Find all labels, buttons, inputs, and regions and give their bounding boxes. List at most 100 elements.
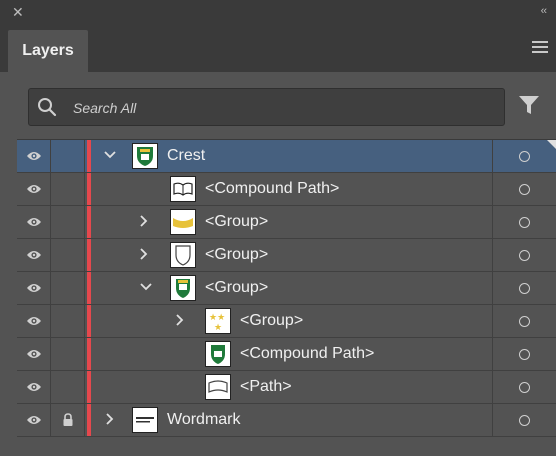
- layer-color-bar: [87, 206, 91, 238]
- lock-icon: [63, 413, 72, 426]
- visibility-toggle[interactable]: [17, 239, 51, 271]
- target-icon: [519, 315, 530, 327]
- eye-icon: [26, 284, 41, 292]
- close-icon[interactable]: ✕: [12, 4, 24, 21]
- eye-icon: [26, 218, 41, 226]
- target-cell[interactable]: [492, 272, 556, 304]
- lock-toggle[interactable]: [51, 338, 85, 370]
- chevron-right-icon[interactable]: [137, 247, 151, 261]
- visibility-toggle[interactable]: [17, 404, 51, 436]
- target-icon: [519, 183, 530, 195]
- layer-label[interactable]: <Group>: [205, 246, 268, 264]
- layer-color-bar: [87, 173, 91, 205]
- layer-label[interactable]: Crest: [167, 147, 205, 165]
- visibility-toggle[interactable]: [17, 140, 51, 172]
- svg-text:★★: ★★: [209, 313, 225, 323]
- thumbnail: [170, 242, 196, 268]
- thumbnail: [132, 407, 158, 433]
- layer-label[interactable]: <Compound Path>: [205, 180, 339, 198]
- tab-layers[interactable]: Layers: [8, 30, 88, 72]
- layer-color-bar: [87, 338, 91, 370]
- layer-label[interactable]: Wordmark: [167, 411, 241, 429]
- layer-label[interactable]: <Path>: [240, 378, 292, 396]
- layer-row-crest[interactable]: Crest: [17, 140, 556, 173]
- eye-icon: [26, 383, 41, 391]
- layers-list: Crest <Compound Path> <Group> <Group> <G…: [17, 139, 556, 456]
- target-cell[interactable]: [492, 239, 556, 271]
- collapse-icon[interactable]: ‹‹: [541, 5, 547, 17]
- eye-icon: [26, 416, 41, 424]
- target-icon: [519, 216, 530, 228]
- visibility-toggle[interactable]: [17, 206, 51, 238]
- layer-color-bar: [87, 239, 91, 271]
- thumbnail: [205, 374, 231, 400]
- lock-toggle[interactable]: [51, 305, 85, 337]
- eye-icon: [26, 152, 41, 160]
- search-input[interactable]: [71, 95, 495, 121]
- layer-label[interactable]: <Compound Path>: [240, 345, 374, 363]
- selection-indicator: [547, 140, 556, 149]
- thumbnail: [132, 143, 158, 169]
- filter-icon[interactable]: [518, 94, 540, 116]
- target-icon: [519, 381, 530, 393]
- target-icon: [519, 249, 530, 261]
- layer-row[interactable]: <Group>: [17, 239, 556, 272]
- thumbnail: ★★ ★: [205, 308, 231, 334]
- visibility-toggle[interactable]: [17, 173, 51, 205]
- chevron-down-icon[interactable]: [103, 148, 117, 162]
- chevron-right-icon[interactable]: [173, 313, 187, 327]
- lock-toggle[interactable]: [51, 371, 85, 403]
- layer-row[interactable]: <Compound Path>: [17, 338, 556, 371]
- lock-toggle[interactable]: [51, 404, 85, 436]
- chevron-right-icon[interactable]: [103, 412, 117, 426]
- lock-toggle[interactable]: [51, 173, 85, 205]
- lock-toggle[interactable]: [51, 140, 85, 172]
- eye-icon: [26, 317, 41, 325]
- eye-icon: [26, 350, 41, 358]
- panel-titlebar: ✕ ‹‹: [0, 0, 556, 26]
- target-cell[interactable]: [492, 173, 556, 205]
- target-icon: [519, 348, 530, 360]
- layer-label[interactable]: <Group>: [205, 279, 268, 297]
- target-cell[interactable]: [492, 338, 556, 370]
- target-cell[interactable]: [492, 206, 556, 238]
- layer-row[interactable]: <Path>: [17, 371, 556, 404]
- target-cell[interactable]: [492, 371, 556, 403]
- eye-icon: [26, 185, 41, 193]
- target-cell[interactable]: [492, 305, 556, 337]
- layer-row-wordmark[interactable]: Wordmark: [17, 404, 556, 437]
- search-icon: [38, 98, 57, 117]
- target-cell[interactable]: [492, 404, 556, 436]
- svg-text:★: ★: [214, 323, 222, 333]
- layer-row[interactable]: <Group>: [17, 206, 556, 239]
- target-icon: [519, 414, 530, 426]
- layer-color-bar: [87, 371, 91, 403]
- panel-tabbar: Layers: [0, 26, 556, 72]
- layer-color-bar: [87, 305, 91, 337]
- layer-row[interactable]: <Compound Path>: [17, 173, 556, 206]
- thumbnail: [205, 341, 231, 367]
- visibility-toggle[interactable]: [17, 272, 51, 304]
- layer-label[interactable]: <Group>: [205, 213, 268, 231]
- layer-color-bar: [87, 140, 91, 172]
- chevron-right-icon[interactable]: [137, 214, 151, 228]
- panel-menu-icon[interactable]: [532, 38, 548, 54]
- visibility-toggle[interactable]: [17, 305, 51, 337]
- visibility-toggle[interactable]: [17, 338, 51, 370]
- thumbnail: [170, 275, 196, 301]
- layer-color-bar: [87, 404, 91, 436]
- lock-toggle[interactable]: [51, 206, 85, 238]
- layer-row[interactable]: <Group>: [17, 272, 556, 305]
- lock-toggle[interactable]: [51, 272, 85, 304]
- eye-icon: [26, 251, 41, 259]
- layer-row[interactable]: ★★ ★ <Group>: [17, 305, 556, 338]
- target-icon: [519, 282, 530, 294]
- thumbnail: [170, 209, 196, 235]
- layer-label[interactable]: <Group>: [240, 312, 303, 330]
- layer-color-bar: [87, 272, 91, 304]
- target-icon: [519, 150, 530, 162]
- lock-toggle[interactable]: [51, 239, 85, 271]
- search-box: [28, 88, 505, 126]
- visibility-toggle[interactable]: [17, 371, 51, 403]
- chevron-down-icon[interactable]: [139, 280, 153, 294]
